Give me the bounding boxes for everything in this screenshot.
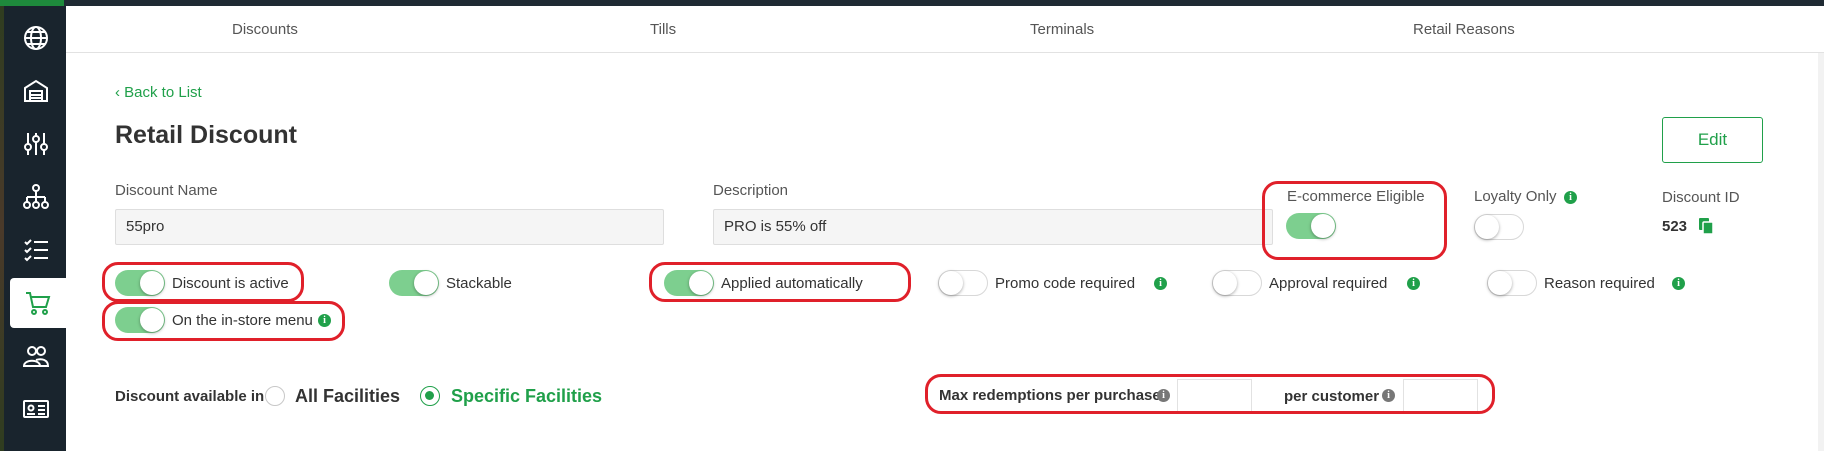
toggle-knob xyxy=(1475,215,1499,239)
reason-required-toggle[interactable] xyxy=(1487,270,1537,296)
applied-automatically-label: Applied automatically xyxy=(721,275,863,292)
sidebar-item-id-card[interactable] xyxy=(8,384,64,434)
copy-icon[interactable] xyxy=(1698,217,1714,235)
description-label: Description xyxy=(713,182,789,199)
approval-info-icon[interactable]: i xyxy=(1407,277,1420,290)
sidebar xyxy=(0,6,66,451)
toggle-knob xyxy=(140,308,164,332)
sidebar-item-hierarchy[interactable] xyxy=(8,172,64,222)
specific-facilities-radio[interactable] xyxy=(420,386,440,406)
reason-info-icon[interactable]: i xyxy=(1672,277,1685,290)
promo-code-label: Promo code required xyxy=(995,275,1136,292)
in-store-menu-label: On the in-store menu xyxy=(172,312,313,329)
tab-terminals[interactable]: Terminals xyxy=(1030,6,1094,53)
loyalty-info-icon[interactable]: i xyxy=(1564,191,1577,204)
sidebar-item-warehouse[interactable] xyxy=(8,66,64,116)
toggle-knob xyxy=(1213,271,1237,295)
loyalty-only-label: Loyalty Only xyxy=(1474,188,1557,205)
hierarchy-icon xyxy=(23,184,49,209)
per-customer-label: per customer xyxy=(1284,388,1380,405)
tab-bar: Discounts Tills Terminals Retail Reasons xyxy=(66,6,1824,53)
discount-active-toggle[interactable] xyxy=(115,270,165,296)
ecommerce-eligible-label: E-commerce Eligible xyxy=(1287,188,1425,205)
sliders-icon xyxy=(24,133,48,155)
back-to-list-link[interactable]: ‹ Back to List xyxy=(115,84,202,101)
approval-required-toggle[interactable] xyxy=(1212,270,1262,296)
toggle-knob xyxy=(140,271,164,295)
sidebar-item-users[interactable] xyxy=(8,331,64,381)
cart-icon xyxy=(26,292,51,315)
per-customer-input[interactable] xyxy=(1403,379,1478,413)
sidebar-item-globe[interactable] xyxy=(8,13,64,63)
sidebar-edge xyxy=(0,6,4,451)
applied-automatically-toggle[interactable] xyxy=(664,270,714,296)
description-field[interactable]: PRO is 55% off xyxy=(713,209,1273,245)
ecommerce-eligible-toggle[interactable] xyxy=(1286,213,1336,239)
max-per-purchase-label: Max redemptions per purchase xyxy=(939,387,1161,404)
warehouse-icon xyxy=(24,79,48,102)
page-scrollbar[interactable] xyxy=(1818,53,1824,451)
discount-id-value: 523 xyxy=(1662,218,1688,235)
edit-button[interactable]: Edit xyxy=(1662,117,1763,163)
all-facilities-radio[interactable] xyxy=(265,386,285,406)
discount-name-label: Discount Name xyxy=(115,182,218,199)
per-purchase-info-icon[interactable]: i xyxy=(1157,389,1170,402)
reason-required-label: Reason required xyxy=(1544,275,1655,292)
discount-active-label: Discount is active xyxy=(172,275,289,292)
globe-icon xyxy=(24,26,48,50)
id-card-icon xyxy=(23,400,49,418)
availability-label: Discount available in xyxy=(115,388,265,405)
sidebar-item-retail[interactable] xyxy=(10,278,66,328)
toggle-knob xyxy=(414,271,438,295)
loyalty-only-toggle[interactable] xyxy=(1474,214,1524,240)
tab-tills[interactable]: Tills xyxy=(650,6,676,53)
toggle-knob xyxy=(1311,214,1335,238)
in-store-menu-info-icon[interactable]: i xyxy=(318,314,331,327)
in-store-menu-toggle[interactable] xyxy=(115,307,165,333)
discount-id-label: Discount ID xyxy=(1662,189,1740,206)
tab-retail-reasons[interactable]: Retail Reasons xyxy=(1413,6,1515,53)
per-customer-info-icon[interactable]: i xyxy=(1382,389,1395,402)
approval-required-label: Approval required xyxy=(1269,275,1388,292)
checklist-icon xyxy=(24,239,48,262)
max-per-purchase-input[interactable] xyxy=(1177,379,1252,413)
sidebar-item-settings[interactable] xyxy=(8,119,64,169)
stackable-toggle[interactable] xyxy=(389,270,439,296)
users-icon xyxy=(22,346,50,367)
toggle-knob xyxy=(1488,271,1512,295)
page-title: Retail Discount xyxy=(115,121,297,149)
promo-code-info-icon[interactable]: i xyxy=(1154,277,1167,290)
toggle-knob xyxy=(939,271,963,295)
stackable-label: Stackable xyxy=(446,275,512,292)
toggle-knob xyxy=(689,271,713,295)
sidebar-item-checklist[interactable] xyxy=(8,225,64,275)
all-facilities-label[interactable]: All Facilities xyxy=(295,386,400,407)
specific-facilities-label[interactable]: Specific Facilities xyxy=(451,386,602,407)
promo-code-toggle[interactable] xyxy=(938,270,988,296)
discount-name-field[interactable]: 55pro xyxy=(115,209,664,245)
tab-discounts[interactable]: Discounts xyxy=(232,6,298,53)
